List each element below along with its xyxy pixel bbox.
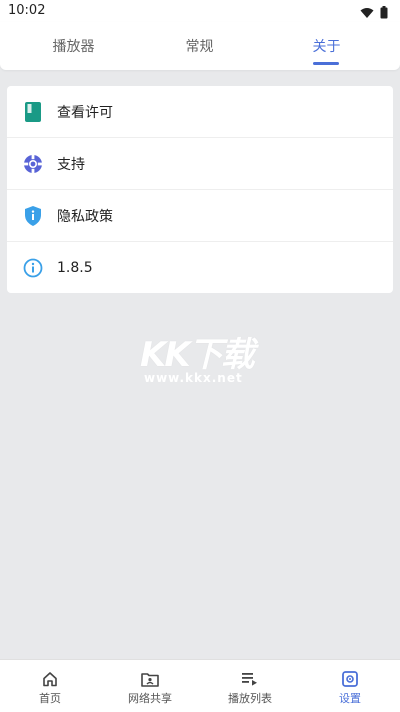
playlist-icon (240, 670, 260, 688)
home-icon (40, 670, 60, 688)
nav-item-home[interactable]: 首页 (0, 660, 100, 712)
nav-label: 首页 (39, 692, 61, 705)
tab-player[interactable]: 播放器 (7, 22, 140, 70)
watermark-url: www.kkx.net (144, 371, 243, 385)
info-icon (23, 258, 43, 278)
nav-item-network-share[interactable]: 网络共享 (100, 660, 200, 712)
list-item-label: 查看许可 (57, 104, 113, 121)
license-book-icon (23, 101, 43, 122)
bottom-navigation: 首页 网络共享 播放列表 设置 (0, 659, 400, 712)
settings-gear-icon (340, 670, 360, 688)
list-item-privacy-policy[interactable]: 隐私政策 (7, 190, 393, 242)
nav-label: 播放列表 (228, 692, 272, 705)
watermark-logo: KK下载 www.kkx.net (140, 327, 270, 387)
status-bar: 10:02 (0, 0, 400, 22)
status-icons (360, 4, 388, 23)
nav-item-settings[interactable]: 设置 (300, 660, 400, 712)
watermark-title: KK下载 (140, 335, 255, 375)
list-item-label: 支持 (57, 156, 85, 173)
list-item-version[interactable]: 1.8.5 (7, 242, 393, 293)
list-item-support[interactable]: 支持 (7, 138, 393, 190)
nav-label: 网络共享 (128, 692, 172, 705)
list-item-label: 隐私政策 (57, 208, 113, 225)
settings-tab-bar: 播放器 常规 关于 (0, 22, 400, 70)
status-time: 10:02 (8, 3, 46, 18)
wifi-icon (360, 4, 374, 23)
tab-general[interactable]: 常规 (133, 22, 266, 70)
version-text: 1.8.5 (57, 260, 93, 276)
about-list-card: 查看许可 支持 隐私政策 1.8.5 (7, 86, 393, 293)
lifebuoy-support-icon (23, 154, 43, 174)
nav-label: 设置 (339, 692, 361, 705)
battery-icon (380, 4, 388, 23)
list-item-view-license[interactable]: 查看许可 (7, 86, 393, 138)
network-share-folder-icon (140, 670, 160, 688)
active-tab-indicator (313, 62, 339, 65)
nav-item-playlist[interactable]: 播放列表 (200, 660, 300, 712)
privacy-shield-icon (23, 205, 43, 226)
